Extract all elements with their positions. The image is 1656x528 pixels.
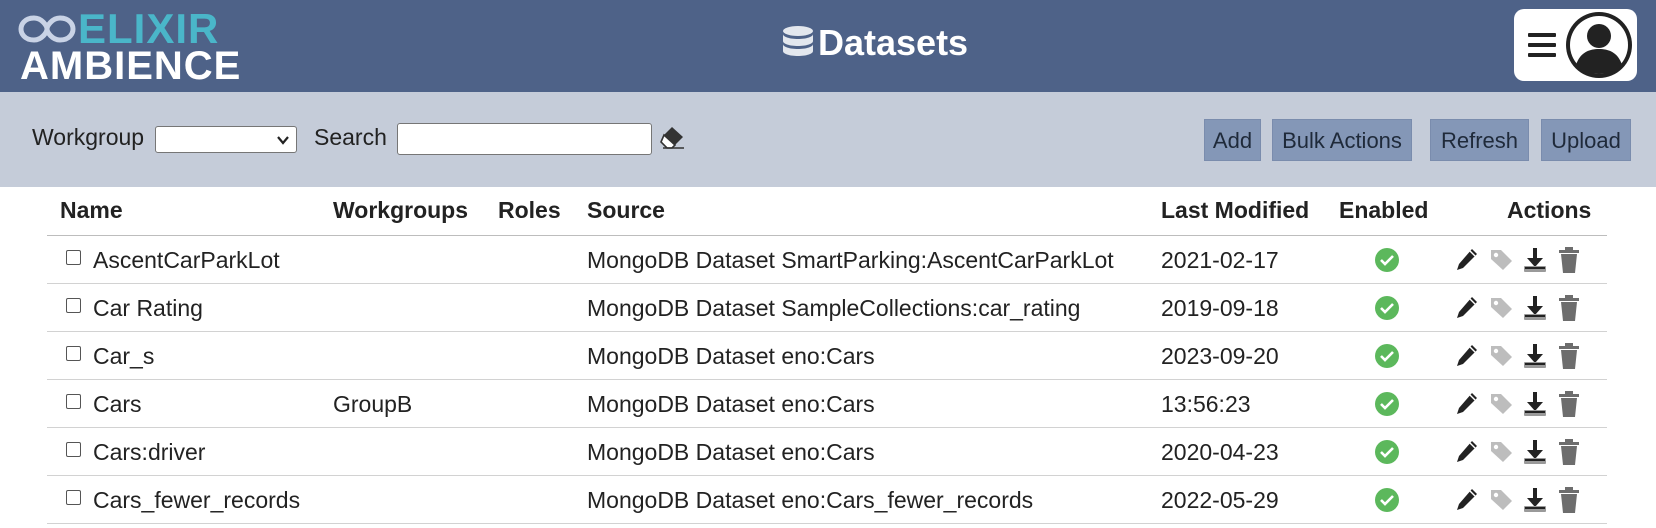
trash-icon[interactable] xyxy=(1557,390,1581,418)
download-icon[interactable] xyxy=(1522,486,1548,514)
table-body: AscentCarParkLot MongoDB Dataset SmartPa… xyxy=(47,236,1607,524)
table-row: Car_s MongoDB Dataset eno:Cars 2023-09-2… xyxy=(47,332,1607,380)
table-row: Car Rating MongoDB Dataset SampleCollect… xyxy=(47,284,1607,332)
row-name[interactable]: Car_s xyxy=(93,343,154,370)
tag-icon[interactable] xyxy=(1488,342,1514,370)
col-enabled[interactable]: Enabled xyxy=(1339,197,1428,224)
col-source[interactable]: Source xyxy=(587,197,665,224)
row-last-modified: 2021-02-17 xyxy=(1161,247,1279,273)
row-source: MongoDB Dataset SampleCollections:car_ra… xyxy=(587,295,1081,321)
trash-icon[interactable] xyxy=(1557,438,1581,466)
row-name[interactable]: AscentCarParkLot xyxy=(93,247,280,274)
row-checkbox[interactable] xyxy=(66,346,81,361)
search-input[interactable] xyxy=(397,123,652,155)
trash-icon[interactable] xyxy=(1557,342,1581,370)
enabled-check-icon xyxy=(1375,344,1399,368)
tag-icon[interactable] xyxy=(1488,390,1514,418)
row-workgroups: GroupB xyxy=(333,391,413,417)
refresh-button[interactable]: Refresh xyxy=(1430,119,1529,161)
row-last-modified: 2023-09-20 xyxy=(1161,343,1279,369)
row-last-modified: 2020-04-23 xyxy=(1161,439,1279,465)
row-name[interactable]: Cars_fewer_records xyxy=(93,487,300,514)
col-roles[interactable]: Roles xyxy=(498,197,561,224)
toolbar: Workgroup Search Add Bulk Actions Refres… xyxy=(0,92,1656,187)
row-name[interactable]: Car Rating xyxy=(93,295,203,322)
row-last-modified: 13:56:23 xyxy=(1161,391,1251,417)
tag-icon[interactable] xyxy=(1488,486,1514,514)
table-row: Cars_fewer_records MongoDB Dataset eno:C… xyxy=(47,476,1607,524)
table-row: Cars GroupB MongoDB Dataset eno:Cars 13:… xyxy=(47,380,1607,428)
table-row: Cars:driver MongoDB Dataset eno:Cars 202… xyxy=(47,428,1607,476)
row-source: MongoDB Dataset SmartParking:AscentCarPa… xyxy=(587,247,1114,273)
row-source: MongoDB Dataset eno:Cars xyxy=(587,439,875,465)
bulk-actions-button[interactable]: Bulk Actions xyxy=(1272,119,1412,161)
row-name[interactable]: Cars:driver xyxy=(93,439,205,466)
enabled-check-icon xyxy=(1375,392,1399,416)
hamburger-icon[interactable] xyxy=(1522,23,1562,67)
upload-button[interactable]: Upload xyxy=(1541,119,1631,161)
trash-icon[interactable] xyxy=(1557,294,1581,322)
table-header: Name Workgroups Roles Source Last Modifi… xyxy=(47,187,1607,236)
infinity-logo-icon xyxy=(18,15,76,43)
user-menu-box xyxy=(1514,9,1637,81)
download-icon[interactable] xyxy=(1522,246,1548,274)
row-last-modified: 2022-05-29 xyxy=(1161,487,1279,513)
download-icon[interactable] xyxy=(1522,438,1548,466)
pencil-icon[interactable] xyxy=(1454,294,1480,322)
tag-icon[interactable] xyxy=(1488,294,1514,322)
row-checkbox[interactable] xyxy=(66,394,81,409)
enabled-check-icon xyxy=(1375,440,1399,464)
row-source: MongoDB Dataset eno:Cars xyxy=(587,343,875,369)
download-icon[interactable] xyxy=(1522,294,1548,322)
page-title: Datasets xyxy=(782,22,968,64)
row-checkbox[interactable] xyxy=(66,490,81,505)
row-name[interactable]: Cars xyxy=(93,391,142,418)
database-icon xyxy=(783,26,813,56)
col-workgroups[interactable]: Workgroups xyxy=(333,197,468,224)
trash-icon[interactable] xyxy=(1557,246,1581,274)
add-button[interactable]: Add xyxy=(1204,119,1261,161)
tag-icon[interactable] xyxy=(1488,438,1514,466)
pencil-icon[interactable] xyxy=(1454,390,1480,418)
table-row: AscentCarParkLot MongoDB Dataset SmartPa… xyxy=(47,236,1607,284)
download-icon[interactable] xyxy=(1522,342,1548,370)
row-checkbox[interactable] xyxy=(66,250,81,265)
row-checkbox[interactable] xyxy=(66,442,81,457)
eraser-icon[interactable] xyxy=(660,124,686,150)
pencil-icon[interactable] xyxy=(1454,486,1480,514)
pencil-icon[interactable] xyxy=(1454,438,1480,466)
col-actions: Actions xyxy=(1507,197,1592,223)
workgroup-label: Workgroup xyxy=(32,124,145,150)
chevron-down-icon xyxy=(277,136,289,145)
search-label: Search xyxy=(314,124,387,150)
trash-icon[interactable] xyxy=(1557,486,1581,514)
page-title-text: Datasets xyxy=(818,22,969,63)
workgroup-select[interactable] xyxy=(155,126,297,153)
enabled-check-icon xyxy=(1375,296,1399,320)
enabled-check-icon xyxy=(1375,248,1399,272)
app-header: ELIXIR AMBIENCE Datasets xyxy=(0,0,1656,92)
col-name[interactable]: Name xyxy=(60,197,123,224)
user-avatar-icon[interactable] xyxy=(1564,10,1634,80)
row-source: MongoDB Dataset eno:Cars_fewer_records xyxy=(587,487,1034,513)
datasets-table: Name Workgroups Roles Source Last Modifi… xyxy=(47,187,1607,524)
tag-icon[interactable] xyxy=(1488,246,1514,274)
row-last-modified: 2019-09-18 xyxy=(1161,295,1279,321)
pencil-icon[interactable] xyxy=(1454,342,1480,370)
app-logo[interactable]: ELIXIR AMBIENCE xyxy=(18,8,242,88)
pencil-icon[interactable] xyxy=(1454,246,1480,274)
col-last-modified[interactable]: Last Modified xyxy=(1161,197,1309,224)
download-icon[interactable] xyxy=(1522,390,1548,418)
row-source: MongoDB Dataset eno:Cars xyxy=(587,391,875,417)
enabled-check-icon xyxy=(1375,488,1399,512)
row-checkbox[interactable] xyxy=(66,298,81,313)
logo-line2: AMBIENCE xyxy=(20,44,242,88)
